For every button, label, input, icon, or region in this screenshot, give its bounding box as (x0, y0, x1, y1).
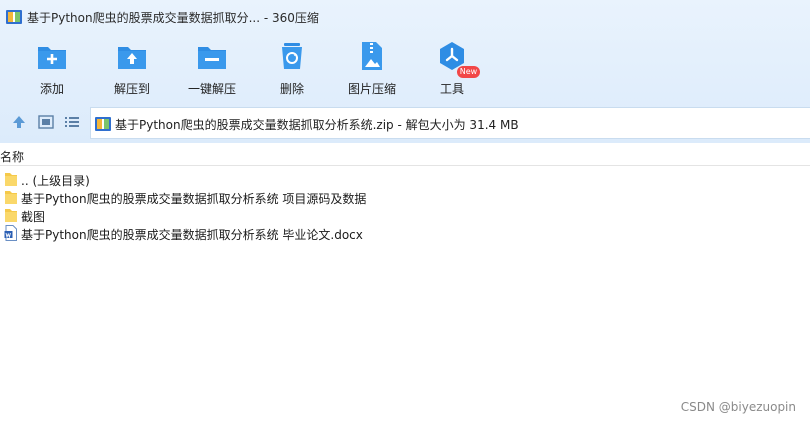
folder-icon (5, 173, 17, 186)
image-compress-button[interactable]: 图片压缩 (334, 40, 410, 98)
one-click-extract-label: 一键解压 (187, 82, 236, 96)
address-row: 基于Python爬虫的股票成交量数据抓取分析系统.zip - 解包大小为 31.… (0, 104, 810, 140)
list-item-name: 截图 (21, 210, 46, 224)
list-view-icon[interactable] (63, 113, 81, 131)
add-folder-icon (38, 47, 66, 69)
up-arrow-icon[interactable] (10, 113, 28, 131)
extract-to-icon (118, 47, 146, 69)
list-item-name: .. (上级目录) (21, 174, 90, 188)
list-item[interactable]: 基于Python爬虫的股票成交量数据抓取分析系统 毕业论文.docx (0, 224, 600, 242)
image-compress-label: 图片压缩 (347, 82, 396, 96)
add-label: 添加 (39, 82, 64, 96)
add-button[interactable]: 添加 (14, 40, 90, 98)
folder-icon (5, 191, 17, 204)
toolbar: 添加 解压到 一键解压 删除 图片压缩 工具 New (0, 34, 810, 100)
address-text: 基于Python爬虫的股票成交量数据抓取分析系统.zip - 解包大小为 31.… (115, 118, 519, 132)
extract-to-button[interactable]: 解压到 (94, 40, 170, 98)
new-badge: New (457, 66, 480, 78)
list-item[interactable]: 基于Python爬虫的股票成交量数据抓取分析系统 项目源码及数据 (0, 188, 600, 206)
thumbnail-view-icon[interactable] (37, 113, 55, 131)
one-click-extract-button[interactable]: 一键解压 (174, 40, 250, 98)
recycle-delete-icon (282, 43, 302, 69)
header-divider (0, 165, 810, 166)
image-compress-icon (362, 42, 382, 70)
list-item[interactable]: 截图 (0, 206, 600, 224)
extract-to-label: 解压到 (113, 82, 150, 96)
list-item-name: 基于Python爬虫的股票成交量数据抓取分析系统 项目源码及数据 (21, 192, 367, 206)
file-list: 名称 .. (上级目录) 基于Python爬虫的股票成交量数据抓取分析系统 项目… (0, 143, 810, 425)
docx-file-icon (4, 225, 17, 241)
window-title: 基于Python爬虫的股票成交量数据抓取分... - 360压缩 (27, 11, 319, 25)
delete-button[interactable]: 删除 (254, 40, 330, 98)
title-bar: 基于Python爬虫的股票成交量数据抓取分... - 360压缩 (0, 0, 810, 34)
folder-icon (5, 209, 17, 222)
address-bar[interactable]: 基于Python爬虫的股票成交量数据抓取分析系统.zip - 解包大小为 31.… (90, 107, 810, 139)
tools-label: 工具 (439, 82, 464, 96)
list-item-name: 基于Python爬虫的股票成交量数据抓取分析系统 毕业论文.docx (21, 228, 363, 242)
header-region: 基于Python爬虫的股票成交量数据抓取分... - 360压缩 添加 解压到 (0, 0, 810, 143)
watermark: CSDN @biyezuopin (680, 400, 796, 414)
column-header-name[interactable]: 名称 (0, 148, 24, 165)
zip-file-icon (95, 117, 111, 131)
list-item[interactable]: .. (上级目录) (0, 170, 600, 188)
delete-label: 删除 (279, 82, 304, 96)
one-click-extract-icon (198, 47, 226, 69)
archive-app-icon (6, 10, 22, 24)
